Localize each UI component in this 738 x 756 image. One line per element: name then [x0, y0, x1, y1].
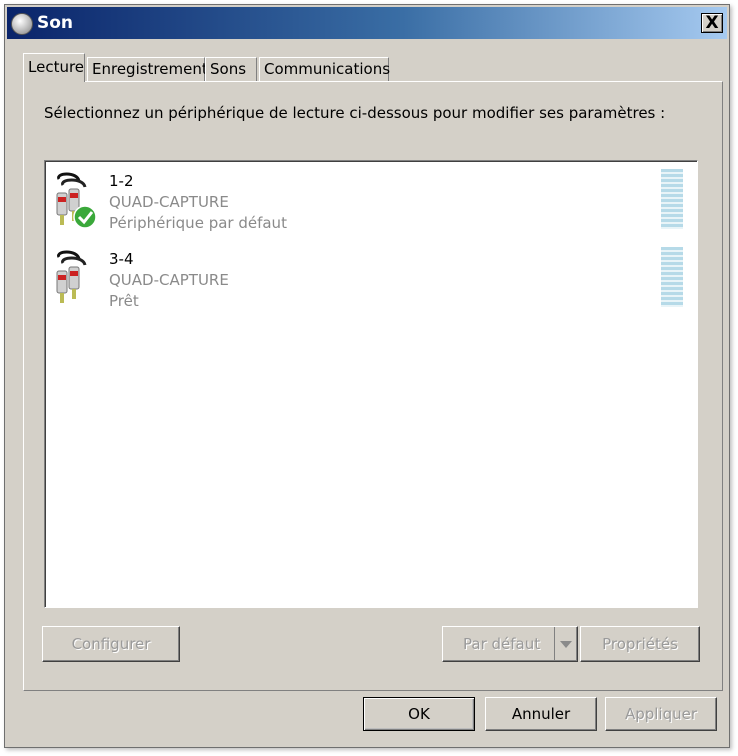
close-button[interactable]: X	[701, 13, 723, 33]
rca-cable-icon	[56, 172, 97, 229]
configure-button[interactable]: Configurer	[42, 626, 180, 662]
device-status: Périphérique par défaut	[109, 214, 287, 232]
level-meter	[661, 169, 683, 229]
check-icon	[73, 205, 97, 229]
set-default-button[interactable]: Par défaut	[442, 626, 578, 662]
device-item[interactable]: 1-2 QUAD-CAPTURE Périphérique par défaut	[45, 161, 695, 233]
apply-button[interactable]: Appliquer	[605, 697, 717, 731]
playback-panel: Sélectionnez un périphérique de lecture …	[23, 81, 723, 691]
sound-dialog: Son X Lecture Enregistrement Sons Commun…	[4, 4, 730, 748]
window-title: Son	[37, 13, 74, 33]
device-text: 1-2 QUAD-CAPTURE Périphérique par défaut	[109, 171, 287, 234]
tab-communications[interactable]: Communications	[259, 57, 390, 81]
device-model: QUAD-CAPTURE	[109, 271, 229, 289]
cancel-button[interactable]: Annuler	[485, 697, 597, 731]
device-text: 3-4 QUAD-CAPTURE Prêt	[109, 249, 229, 312]
device-name: 1-2	[109, 172, 134, 190]
device-model: QUAD-CAPTURE	[109, 193, 229, 211]
title-bar[interactable]: Son X	[7, 7, 727, 39]
device-status: Prêt	[109, 292, 139, 310]
instruction-text: Sélectionnez un périphérique de lecture …	[44, 104, 666, 122]
chevron-down-icon[interactable]	[554, 627, 577, 661]
speaker-icon	[11, 13, 33, 35]
ok-button[interactable]: OK	[363, 697, 475, 731]
tab-lecture[interactable]: Lecture	[23, 53, 85, 82]
level-meter	[661, 247, 683, 307]
device-name: 3-4	[109, 250, 134, 268]
tab-sons[interactable]: Sons	[205, 57, 257, 81]
set-default-label: Par défaut	[463, 635, 541, 653]
properties-button[interactable]: Propriétés	[580, 626, 700, 662]
device-item[interactable]: 3-4 QUAD-CAPTURE Prêt	[45, 239, 695, 311]
device-list[interactable]: 1-2 QUAD-CAPTURE Périphérique par défaut	[44, 160, 698, 608]
tab-enregistrement[interactable]: Enregistrement	[87, 57, 208, 81]
rca-cable-icon	[56, 250, 87, 303]
